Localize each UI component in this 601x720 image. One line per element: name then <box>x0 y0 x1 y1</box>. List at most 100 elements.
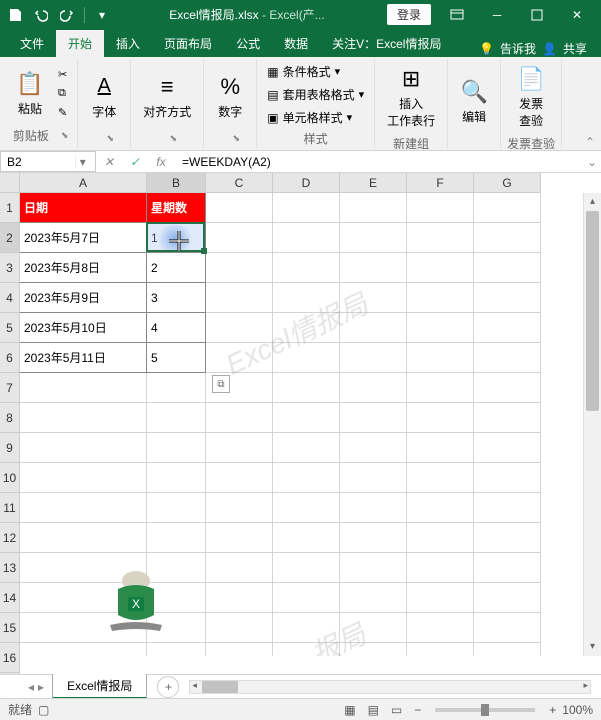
cell[interactable] <box>407 223 474 253</box>
col-header[interactable]: F <box>407 173 474 193</box>
close-icon[interactable]: ✕ <box>557 0 597 29</box>
tab-home[interactable]: 开始 <box>56 30 104 57</box>
cell[interactable]: 星期数 <box>147 193 206 223</box>
formula-expand-icon[interactable]: ⌄ <box>583 151 601 172</box>
cell[interactable] <box>20 403 147 433</box>
zoom-out-icon[interactable]: − <box>408 703 427 717</box>
share-button[interactable]: 共享 <box>563 40 587 57</box>
cell[interactable] <box>407 343 474 373</box>
row-header[interactable]: 10 <box>0 463 20 493</box>
col-header[interactable]: B <box>147 173 206 193</box>
cell[interactable] <box>273 643 340 656</box>
cut-icon[interactable]: ✂ <box>54 66 71 83</box>
cell[interactable] <box>206 523 273 553</box>
cell[interactable] <box>407 433 474 463</box>
cell[interactable] <box>206 643 273 656</box>
cell[interactable]: 2023年5月8日 <box>20 253 147 283</box>
cell[interactable]: 2023年5月9日 <box>20 283 147 313</box>
cell[interactable] <box>206 433 273 463</box>
scroll-down-icon[interactable]: ▾ <box>584 638 601 656</box>
cell[interactable] <box>340 373 407 403</box>
cell[interactable] <box>340 283 407 313</box>
font-button[interactable]: A字体 <box>84 69 124 124</box>
qat-customize-icon[interactable]: ▾ <box>91 4 113 26</box>
vscroll-thumb[interactable] <box>586 211 599 411</box>
row-header[interactable]: 6 <box>0 343 20 373</box>
col-header[interactable]: E <box>340 173 407 193</box>
row-header[interactable]: 4 <box>0 283 20 313</box>
fx-icon[interactable]: fx <box>148 151 174 172</box>
cell[interactable] <box>474 583 541 613</box>
cell[interactable] <box>340 553 407 583</box>
cell[interactable] <box>340 463 407 493</box>
row-header[interactable]: 13 <box>0 553 20 583</box>
cell[interactable] <box>407 193 474 223</box>
cell[interactable] <box>474 523 541 553</box>
cell[interactable] <box>273 493 340 523</box>
tellme-button[interactable]: 告诉我 <box>500 40 536 57</box>
cell[interactable] <box>340 313 407 343</box>
col-header[interactable]: A <box>20 173 147 193</box>
cell[interactable] <box>340 523 407 553</box>
tab-formula[interactable]: 公式 <box>224 30 272 57</box>
cell[interactable] <box>20 373 147 403</box>
cell[interactable] <box>20 523 147 553</box>
cell[interactable] <box>20 613 147 643</box>
row-header[interactable]: 5 <box>0 313 20 343</box>
collapse-ribbon-icon[interactable]: ⌃ <box>585 135 595 149</box>
cell[interactable] <box>20 583 147 613</box>
cell[interactable] <box>407 493 474 523</box>
cell[interactable] <box>474 313 541 343</box>
cell[interactable]: 日期 <box>20 193 147 223</box>
cell[interactable]: 5 <box>147 343 206 373</box>
fill-handle[interactable] <box>201 248 207 254</box>
table-format-button[interactable]: ▤套用表格格式 ▾ <box>263 84 368 105</box>
cell[interactable] <box>407 283 474 313</box>
horizontal-scrollbar[interactable]: ◂▸ <box>189 680 591 694</box>
zoom-thumb[interactable] <box>481 704 489 716</box>
tab-data[interactable]: 数据 <box>272 30 320 57</box>
tab-layout[interactable]: 页面布局 <box>152 30 224 57</box>
cell[interactable] <box>20 463 147 493</box>
align-button[interactable]: ≡对齐方式 <box>137 69 197 124</box>
conditional-format-button[interactable]: ▦条件格式 ▾ <box>263 61 368 82</box>
cell[interactable] <box>407 253 474 283</box>
cell[interactable] <box>206 283 273 313</box>
save-icon[interactable] <box>4 4 26 26</box>
col-header[interactable]: C <box>206 173 273 193</box>
cell[interactable] <box>340 343 407 373</box>
invoice-button[interactable]: 📄发票 查验 <box>511 61 551 133</box>
row-header[interactable]: 14 <box>0 583 20 613</box>
sheet-prev-icon[interactable]: ◂ <box>28 680 34 694</box>
cell[interactable] <box>147 493 206 523</box>
cell[interactable] <box>474 643 541 656</box>
cell[interactable] <box>273 403 340 433</box>
cell[interactable] <box>273 313 340 343</box>
cell[interactable]: 2023年5月7日 <box>20 223 147 253</box>
sheet-tab-active[interactable]: Excel情报局 <box>52 674 147 699</box>
cell[interactable] <box>147 433 206 463</box>
zoom-in-icon[interactable]: + <box>543 703 562 717</box>
cell[interactable] <box>20 493 147 523</box>
cell[interactable] <box>273 283 340 313</box>
number-button[interactable]: %数字 <box>210 69 250 124</box>
cell[interactable] <box>206 253 273 283</box>
row-header[interactable]: 11 <box>0 493 20 523</box>
cell[interactable] <box>273 583 340 613</box>
spreadsheet-grid[interactable]: ABCDEFG 12345678910111213141516171819 Ex… <box>0 173 601 674</box>
cell[interactable] <box>273 433 340 463</box>
cell[interactable] <box>407 583 474 613</box>
cell[interactable] <box>206 403 273 433</box>
cell[interactable] <box>407 463 474 493</box>
login-button[interactable]: 登录 <box>387 4 431 25</box>
view-layout-icon[interactable]: ▤ <box>362 703 385 717</box>
name-box-input[interactable] <box>7 155 75 169</box>
col-header[interactable]: D <box>273 173 340 193</box>
select-all-corner[interactable] <box>0 173 20 193</box>
editing-button[interactable]: 🔍编辑 <box>454 74 494 129</box>
row-header[interactable]: 8 <box>0 403 20 433</box>
cell[interactable] <box>474 553 541 583</box>
cell[interactable] <box>273 343 340 373</box>
zoom-slider[interactable] <box>435 708 535 712</box>
cell[interactable] <box>474 343 541 373</box>
